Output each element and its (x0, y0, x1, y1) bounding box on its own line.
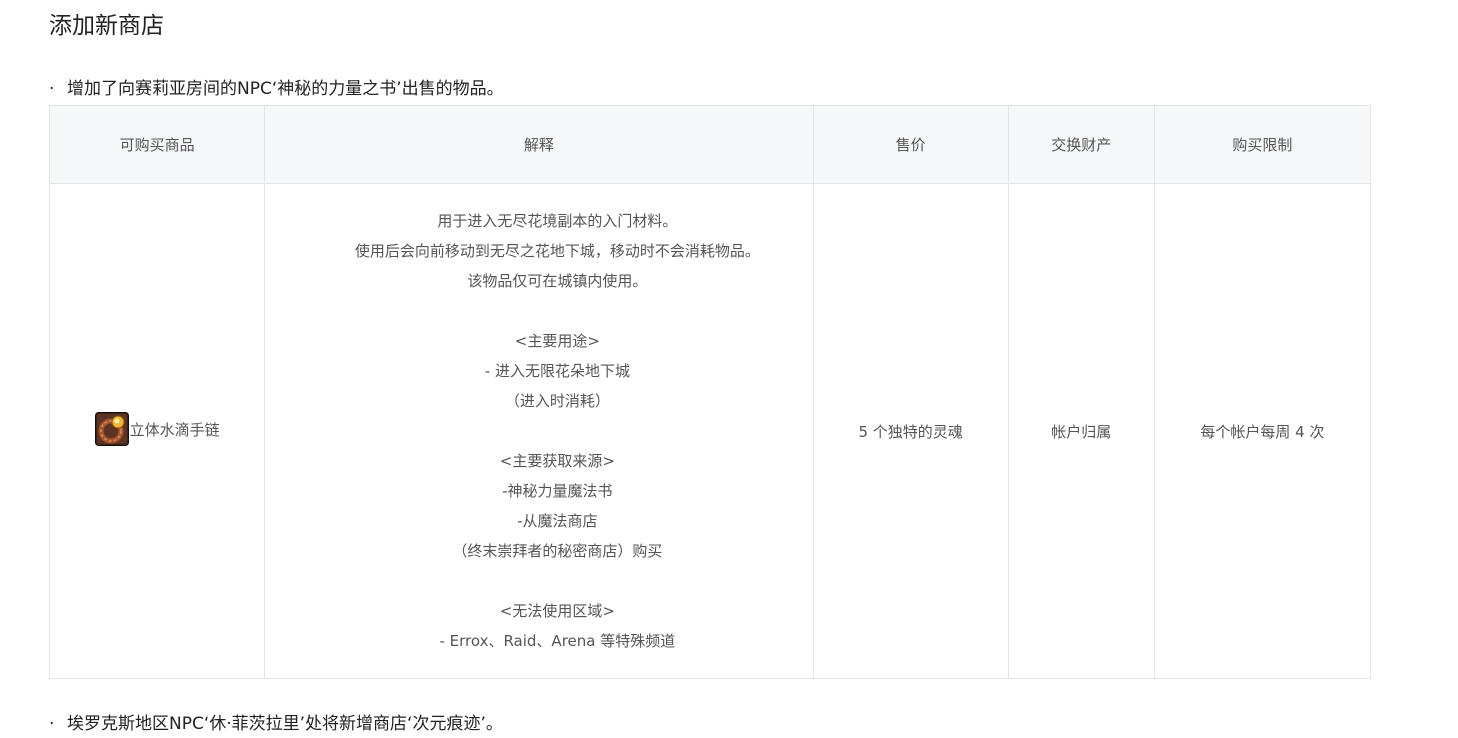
header-description: 解释 (264, 105, 814, 184)
bullet-dot: · (49, 79, 55, 99)
limit-cell: 每个帐户每周 4 次 (1153, 183, 1372, 679)
header-purchase-limit: 购买限制 (1153, 105, 1372, 184)
header-purchasable-item: 可购买商品 (48, 105, 266, 184)
header-trade-property: 交换财产 (1007, 105, 1155, 184)
trade-cell: 帐户归属 (1007, 183, 1155, 679)
bullet-text: 增加了向赛莉亚房间的NPC‘神秘的力量之书’出售的物品。 (67, 79, 504, 99)
table-header-row: 可购买商品 解释 售价 交换财产 购买限制 (48, 105, 1372, 184)
bullet-text: 埃罗克斯地区NPC‘休·菲茨拉里’处将新增商店‘次元痕迹’。 (67, 714, 503, 734)
bullet-item-new-shop: · 埃罗克斯地区NPC‘休·菲茨拉里’处将新增商店‘次元痕迹’。 (49, 711, 503, 737)
item-name: 立体水滴手链 (129, 420, 220, 439)
bracelet-item-icon (94, 412, 129, 446)
shop-items-table: 可购买商品 解释 售价 交换财产 购买限制 立体水滴手链 用于进入无尽花境副本的… (48, 105, 1372, 679)
bullet-dot: · (49, 714, 55, 734)
table-row: 立体水滴手链 用于进入无尽花境副本的入门材料。 使用后会向前移动到无尽之花地下城… (48, 183, 1372, 679)
item-cell: 立体水滴手链 (48, 183, 266, 679)
bullet-item-shop-update: · 增加了向赛莉亚房间的NPC‘神秘的力量之书’出售的物品。 (49, 76, 504, 102)
item-description: 用于进入无尽花境副本的入门材料。 使用后会向前移动到无尽之花地下城，移动时不会消… (354, 212, 760, 650)
patch-notes-page: 添加新商店 · 增加了向赛莉亚房间的NPC‘神秘的力量之书’出售的物品。 可购买商… (0, 0, 1458, 738)
item-entry: 立体水滴手链 (94, 412, 220, 446)
section-title: 添加新商店 (49, 13, 164, 39)
description-cell: 用于进入无尽花境副本的入门材料。 使用后会向前移动到无尽之花地下城，移动时不会消… (264, 183, 814, 679)
header-price: 售价 (812, 105, 1009, 184)
price-cell: 5 个独特的灵魂 (812, 183, 1009, 679)
